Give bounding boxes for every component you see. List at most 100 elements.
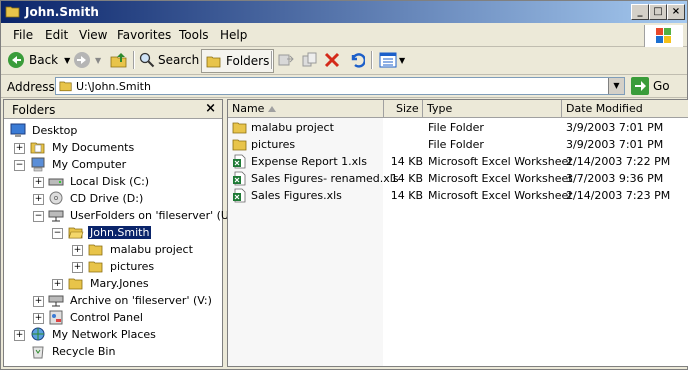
toolbar: Back ▼ ▼ Search Folders ▼: [1, 47, 687, 75]
forward-button[interactable]: ▼: [73, 49, 101, 71]
expand-plus-icon[interactable]: +: [14, 143, 25, 154]
address-bar: Address U:\John.Smith ▼ Go: [1, 75, 687, 98]
close-icon[interactable]: ×: [205, 101, 216, 116]
menu-favorites[interactable]: Favorites: [117, 28, 171, 42]
window-title: John.Smith: [25, 5, 99, 19]
views-button[interactable]: ▼: [379, 49, 405, 71]
tree-item-my-computer[interactable]: My Computer: [30, 156, 128, 173]
folders-pane-title: Folders: [12, 103, 56, 117]
forward-dropdown-icon[interactable]: ▼: [95, 56, 101, 65]
expand-plus-icon[interactable]: +: [33, 194, 44, 205]
go-arrow-icon: [631, 77, 649, 95]
back-label: Back: [29, 53, 59, 67]
search-button[interactable]: Search: [139, 49, 199, 71]
menu-view[interactable]: View: [79, 28, 107, 42]
collapse-minus-icon[interactable]: −: [14, 160, 25, 171]
expand-plus-icon[interactable]: +: [72, 262, 83, 273]
address-dropdown-icon[interactable]: ▼: [608, 78, 624, 94]
column-header-size[interactable]: Size: [384, 100, 423, 118]
folder-icon: [88, 244, 103, 256]
go-button[interactable]: Go: [631, 77, 681, 95]
folders-pane: Folders × Desktop + My Documents − My Co…: [3, 99, 237, 367]
tree-item-cd-drive[interactable]: CD Drive (D:): [48, 190, 145, 207]
tree-item-mary-jones[interactable]: Mary.Jones: [68, 275, 151, 292]
views-icon: [379, 52, 397, 68]
folder-open-icon: [5, 6, 20, 18]
views-dropdown-icon: ▼: [399, 55, 406, 65]
tree-item-archive-drive[interactable]: Archive on 'fileserver' (V:): [48, 292, 214, 309]
list-item[interactable]: Sales Figures.xls 14 KB Microsoft Excel …: [228, 187, 688, 204]
menu-file[interactable]: File: [13, 28, 33, 42]
toolbar-divider: [271, 51, 273, 69]
forward-arrow-icon: [74, 52, 90, 68]
address-value: U:\John.Smith: [76, 80, 151, 93]
collapse-minus-icon[interactable]: −: [33, 211, 44, 222]
undo-button[interactable]: [347, 49, 365, 71]
folders-label: Folders: [226, 54, 270, 68]
expand-plus-icon[interactable]: +: [52, 279, 63, 290]
tree-item-my-documents[interactable]: My Documents: [30, 139, 136, 156]
maximize-button[interactable]: □: [649, 4, 667, 20]
move-to-button[interactable]: [277, 49, 295, 71]
list-item[interactable]: Expense Report 1.xls 14 KB Microsoft Exc…: [228, 153, 688, 170]
desktop-icon: [10, 123, 26, 137]
my-documents-icon: [30, 142, 45, 154]
tree-item-pictures[interactable]: pictures: [88, 258, 156, 275]
list-item[interactable]: Sales Figures- renamed.xls 14 KB Microso…: [228, 170, 688, 187]
menu-help[interactable]: Help: [220, 28, 247, 42]
expand-plus-icon[interactable]: +: [72, 245, 83, 256]
menu-tools[interactable]: Tools: [179, 28, 209, 42]
menu-bar: File Edit View Favorites Tools Help: [1, 24, 687, 47]
network-drive-icon: [48, 295, 64, 307]
control-panel-icon: [49, 310, 63, 325]
windows-logo-icon: [644, 25, 683, 47]
address-field[interactable]: U:\John.Smith ▼: [55, 77, 625, 95]
file-list-pane: Name Size Type Date Modified malabu proj…: [227, 99, 688, 367]
tree-item-my-network-places[interactable]: My Network Places: [30, 326, 158, 343]
network-drive-icon: [48, 210, 64, 222]
toolbar-divider: [371, 51, 373, 69]
menu-edit[interactable]: Edit: [45, 28, 68, 42]
undo-icon: [351, 53, 365, 68]
title-bar[interactable]: John.Smith _ □ ×: [1, 1, 687, 23]
tree-item-malabu-project[interactable]: malabu project: [88, 241, 195, 258]
tree-item-john-smith[interactable]: John.Smith: [68, 224, 152, 241]
go-label: Go: [653, 79, 670, 93]
cd-drive-icon: [49, 191, 63, 205]
list-item[interactable]: malabu project File Folder 3/9/2003 7:01…: [228, 119, 688, 136]
folder-icon: [88, 261, 103, 273]
column-header-type[interactable]: Type: [423, 100, 562, 118]
tree-item-desktop[interactable]: Desktop: [10, 122, 79, 139]
tree-item-userfolders-drive[interactable]: UserFolders on 'fileserver' (U:): [48, 207, 239, 224]
back-arrow-icon: [8, 52, 24, 68]
back-dropdown-icon[interactable]: ▼: [64, 56, 70, 65]
tree-item-local-disk[interactable]: Local Disk (C:): [48, 173, 151, 190]
column-header-date-modified[interactable]: Date Modified: [562, 100, 688, 118]
tree-item-control-panel[interactable]: Control Panel: [48, 309, 145, 326]
sort-ascending-icon: [268, 106, 276, 112]
column-header-name[interactable]: Name: [228, 100, 384, 118]
close-button[interactable]: ×: [667, 4, 685, 20]
delete-button[interactable]: [324, 49, 340, 71]
folder-icon: [232, 122, 247, 134]
folder-open-icon: [68, 227, 84, 239]
expand-plus-icon[interactable]: +: [33, 177, 44, 188]
copy-to-button[interactable]: [301, 49, 319, 71]
minimize-button[interactable]: _: [631, 4, 649, 20]
excel-file-icon: [233, 154, 246, 169]
folders-icon: [206, 56, 221, 68]
up-folder-button[interactable]: [109, 49, 129, 71]
expand-plus-icon[interactable]: +: [33, 296, 44, 307]
network-places-icon: [31, 327, 45, 341]
list-item[interactable]: pictures File Folder 3/9/2003 7:01 PM: [228, 136, 688, 153]
folder-icon: [59, 81, 72, 92]
tree-item-recycle-bin[interactable]: Recycle Bin: [30, 343, 117, 360]
collapse-minus-icon[interactable]: −: [52, 228, 63, 239]
excel-file-icon: [233, 171, 246, 186]
folders-button[interactable]: Folders: [201, 49, 275, 73]
expand-plus-icon[interactable]: +: [14, 330, 25, 341]
expand-plus-icon[interactable]: +: [33, 313, 44, 324]
search-icon: [139, 52, 155, 68]
address-label: Address: [7, 80, 55, 94]
back-button[interactable]: Back ▼: [7, 49, 70, 71]
